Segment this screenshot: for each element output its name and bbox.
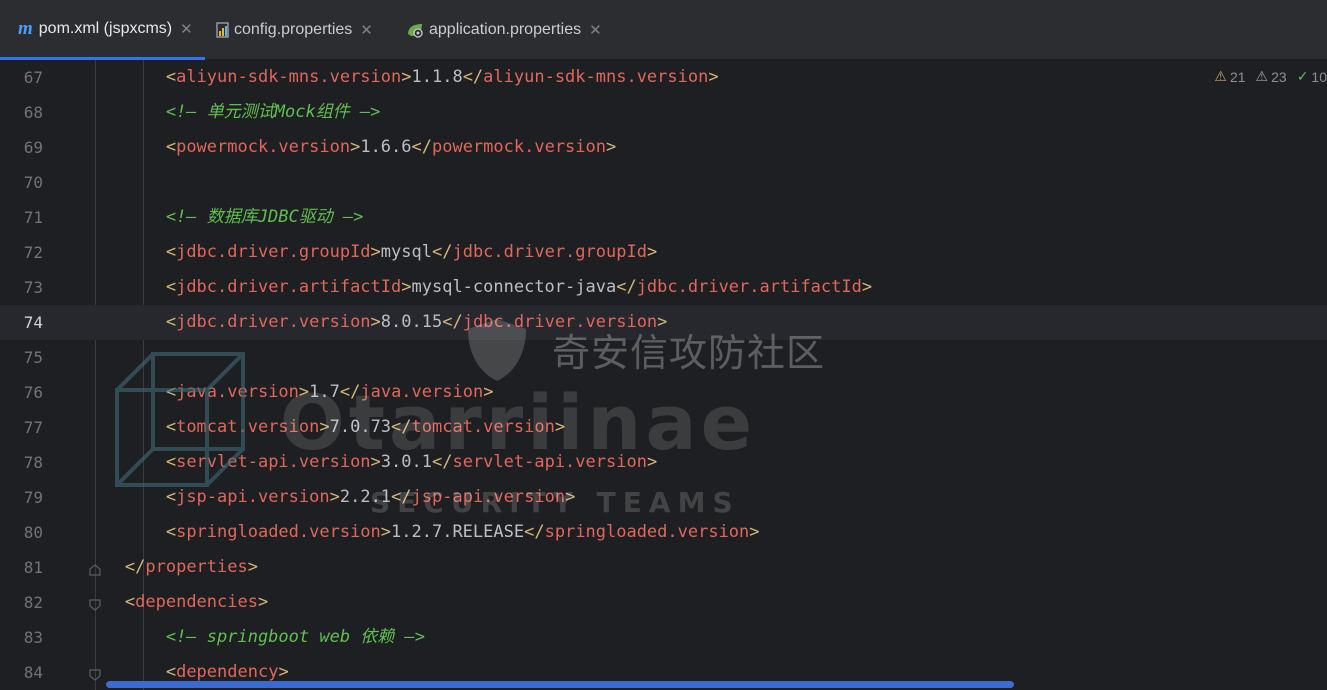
line-number: 78	[23, 453, 43, 472]
code-line[interactable]: 75	[0, 340, 1327, 375]
code-line[interactable]: 67 <aliyun-sdk-mns.version>1.1.8</aliyun…	[0, 60, 1327, 95]
inspection-widget[interactable]: ⚠ 21 ⚠ 23 ✓ 10	[1214, 68, 1327, 85]
tab-pom-xml[interactable]: m pom.xml (jspxcms) ✕	[0, 0, 205, 60]
spring-properties-icon	[406, 22, 424, 38]
code-text: <jdbc.driver.version>8.0.15</jdbc.driver…	[165, 312, 668, 332]
close-icon[interactable]: ✕	[360, 21, 373, 39]
code-line[interactable]: 80 <springloaded.version>1.2.7.RELEASE</…	[0, 515, 1327, 550]
line-number: 76	[23, 383, 43, 402]
code-text: <servlet-api.version>3.0.1</servlet-api.…	[165, 452, 658, 472]
code-line[interactable]: 69 <powermock.version>1.6.6</powermock.v…	[0, 130, 1327, 165]
code-text: </properties>	[124, 557, 258, 577]
fold-marker-icon[interactable]	[89, 561, 101, 576]
code-line[interactable]: 71 <!— 数据库JDBC驱动 —>	[0, 200, 1327, 235]
line-number: 82	[23, 593, 43, 612]
line-number: 77	[23, 418, 43, 437]
horizontal-scrollbar[interactable]	[106, 681, 1014, 688]
code-line[interactable]: 76 <java.version>1.7</java.version>	[0, 375, 1327, 410]
weak-warning-count[interactable]: ⚠ 23	[1256, 68, 1287, 85]
code-text: <jsp-api.version>2.2.1</jsp-api.version>	[165, 487, 576, 507]
weak-warning-icon: ⚠	[1255, 68, 1269, 84]
fold-marker-icon[interactable]	[89, 666, 101, 681]
code-text: <dependencies>	[124, 592, 269, 612]
line-number: 71	[23, 208, 43, 227]
tab-label: application.properties	[429, 21, 582, 38]
tab-config-properties[interactable]: config.properties ✕	[216, 0, 396, 60]
line-number: 73	[23, 278, 43, 297]
tab-application-properties[interactable]: application.properties ✕	[406, 0, 616, 60]
code-text: <springloaded.version>1.2.7.RELEASE</spr…	[165, 522, 760, 542]
code-text: <aliyun-sdk-mns.version>1.1.8</aliyun-sd…	[165, 67, 719, 87]
maven-icon: m	[18, 17, 33, 39]
editor-tab-bar: m pom.xml (jspxcms) ✕ config.properties …	[0, 0, 1327, 60]
fold-marker-icon[interactable]	[89, 596, 101, 611]
line-number: 68	[23, 103, 43, 122]
warning-icon: ⚠	[1214, 68, 1227, 84]
code-line[interactable]: 72 <jdbc.driver.groupId>mysql</jdbc.driv…	[0, 235, 1327, 270]
ok-count[interactable]: ✓ 10	[1297, 68, 1327, 85]
code-editor[interactable]: 67 <aliyun-sdk-mns.version>1.1.8</aliyun…	[0, 60, 1327, 690]
properties-file-icon	[216, 22, 230, 38]
code-text: <!— 单元测试Mock组件 —>	[165, 102, 381, 122]
line-number: 70	[23, 173, 43, 192]
line-number: 81	[23, 558, 43, 577]
code-line[interactable]: 77 <tomcat.version>7.0.73</tomcat.versio…	[0, 410, 1327, 445]
code-line[interactable]: 70	[0, 165, 1327, 200]
code-line[interactable]: 78 <servlet-api.version>3.0.1</servlet-a…	[0, 445, 1327, 480]
line-number: 80	[23, 523, 43, 542]
code-text: <!— springboot web 依赖 —>	[165, 627, 425, 647]
code-text: <powermock.version>1.6.6</powermock.vers…	[165, 137, 617, 157]
code-line[interactable]: 83 <!— springboot web 依赖 —>	[0, 620, 1327, 655]
code-line[interactable]: 73 <jdbc.driver.artifactId>mysql-connect…	[0, 270, 1327, 305]
tab-label: pom.xml (jspxcms)	[38, 19, 173, 37]
checkmark-icon: ✓	[1296, 68, 1309, 84]
code-text: <tomcat.version>7.0.73</tomcat.version>	[165, 417, 566, 437]
line-number: 79	[23, 488, 43, 507]
line-number: 67	[23, 68, 43, 87]
line-number: 74	[23, 313, 43, 332]
line-number: 84	[23, 663, 43, 682]
line-number: 69	[23, 138, 43, 157]
code-line[interactable]: 68 <!— 单元测试Mock组件 —>	[0, 95, 1327, 130]
code-text: <!— 数据库JDBC驱动 —>	[165, 207, 364, 227]
code-line[interactable]: 79 <jsp-api.version>2.2.1</jsp-api.versi…	[0, 480, 1327, 515]
line-number: 75	[23, 348, 43, 367]
close-icon[interactable]: ✕	[589, 21, 602, 39]
code-line[interactable]: 74 <jdbc.driver.version>8.0.15</jdbc.dri…	[0, 305, 1327, 340]
code-line[interactable]: 82 <dependencies>	[0, 585, 1327, 620]
code-text: <jdbc.driver.groupId>mysql</jdbc.driver.…	[165, 242, 658, 262]
close-icon[interactable]: ✕	[180, 20, 193, 38]
code-text: <java.version>1.7</java.version>	[165, 382, 494, 402]
line-number: 72	[23, 243, 43, 262]
code-text: <jdbc.driver.artifactId>mysql-connector-…	[165, 277, 873, 297]
code-line[interactable]: 81 </properties>	[0, 550, 1327, 585]
warning-count[interactable]: ⚠ 21	[1214, 68, 1245, 85]
line-number: 83	[23, 628, 43, 647]
tab-label: config.properties	[234, 21, 353, 38]
